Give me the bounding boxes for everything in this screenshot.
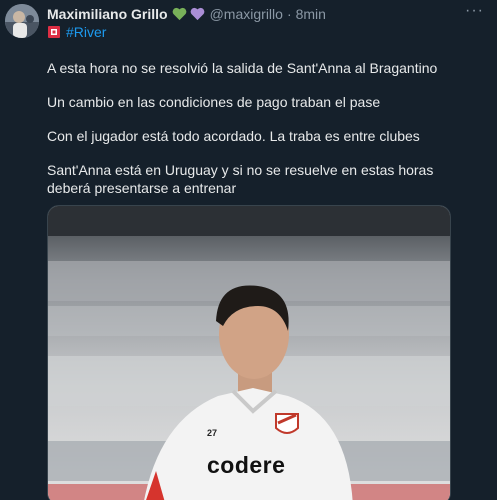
tweet-paragraph: Con el jugador está todo acordado. La tr… xyxy=(47,128,420,144)
tweet-paragraph: A esta hora no se resolvió la salida de … xyxy=(47,60,438,76)
avatar[interactable] xyxy=(5,4,39,38)
shirt-number: 27 xyxy=(207,428,218,438)
tweet-header: Maximiliano Grillo @maxigrillo · 8min xyxy=(47,5,326,23)
tweet: Maximiliano Grillo @maxigrillo · 8min ··… xyxy=(0,0,497,500)
more-options-icon[interactable]: ··· xyxy=(465,3,483,22)
timestamp[interactable]: 8min xyxy=(296,6,326,22)
purple-heart-icon xyxy=(190,7,205,21)
tweet-paragraph: Un cambio en las condiciones de pago tra… xyxy=(47,94,381,110)
red-flag-icon xyxy=(47,25,61,39)
author-name[interactable]: Maximiliano Grillo xyxy=(47,6,168,22)
bio-tag: #River xyxy=(47,24,106,40)
tweet-text: A esta hora no se resolvió la salida de … xyxy=(47,59,467,213)
separator-dot: · xyxy=(286,6,292,22)
green-heart-icon xyxy=(172,7,187,21)
hashtag-link[interactable]: #River xyxy=(66,24,106,40)
shirt-sponsor: codere xyxy=(207,452,286,478)
author-handle[interactable]: @maxigrillo xyxy=(210,6,283,22)
tweet-paragraph: Sant'Anna está en Uruguay y si no se res… xyxy=(47,162,434,196)
